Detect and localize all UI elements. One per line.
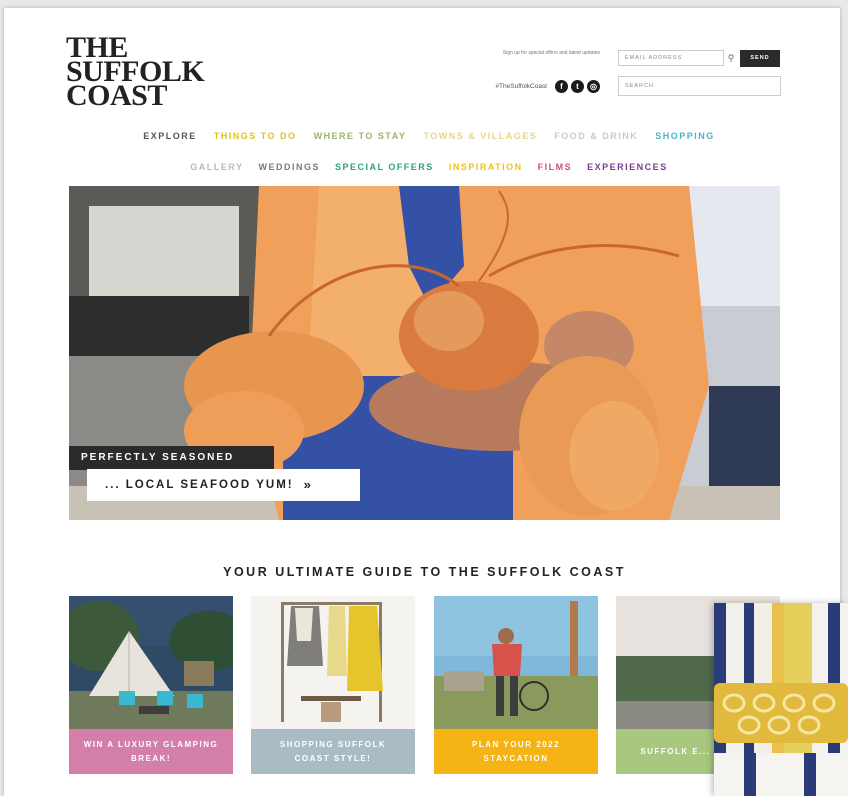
main-nav-row-1: EXPLORE THINGS TO DO WHERE TO STAY TOWNS… xyxy=(62,131,796,147)
double-chevron-right-icon: » xyxy=(303,477,313,492)
glamping-photo xyxy=(69,596,233,731)
deckchair-cushion-image xyxy=(714,603,848,796)
nav-item-explore[interactable]: EXPLORE xyxy=(143,131,197,147)
newsletter-promo-text: Sign up for special offers and latest up… xyxy=(502,50,600,56)
instagram-icon[interactable]: ◎ xyxy=(587,79,600,93)
email-field[interactable]: EMAIL ADDRESS xyxy=(618,50,724,66)
nav-item-shopping[interactable]: SHOPPING xyxy=(655,131,715,147)
card-caption: WIN A LUXURY GLAMPING BREAK! xyxy=(69,729,233,774)
send-button[interactable]: SEND xyxy=(740,50,780,67)
cyclist-photo xyxy=(434,596,598,731)
hashtag-text: #TheSuffolkCoast xyxy=(495,82,547,90)
facebook-icon[interactable]: f xyxy=(555,79,568,93)
nav-item-experiences[interactable]: EXPERIENCES xyxy=(587,162,668,178)
nav-item-things-to-do[interactable]: THINGS TO DO xyxy=(214,131,297,147)
nav-item-towns-villages[interactable]: TOWNS & VILLAGES xyxy=(423,131,537,147)
nav-item-where-to-stay[interactable]: WHERE TO STAY xyxy=(314,131,407,147)
guide-card-staycation[interactable]: PLAN YOUR 2022 STAYCATION xyxy=(434,596,598,774)
search-icon[interactable]: ⚲ xyxy=(726,53,736,63)
search-input[interactable]: SEARCH xyxy=(618,76,781,96)
guide-card-shopping[interactable]: SHOPPING SUFFOLK COAST STYLE! xyxy=(251,596,415,774)
deckchair-overlay-photo xyxy=(714,603,848,796)
social-bar: #TheSuffolkCoast f t ◎ xyxy=(448,79,600,93)
nav-item-gallery[interactable]: GALLERY xyxy=(190,162,243,178)
card-caption: PLAN YOUR 2022 STAYCATION xyxy=(434,729,598,774)
clothes-rail-photo xyxy=(251,596,415,731)
section-heading: YOUR ULTIMATE GUIDE TO THE SUFFOLK COAST xyxy=(223,565,626,579)
nav-item-food-drink[interactable]: FOOD & DRINK xyxy=(554,131,638,147)
logo-line-coast: COAST xyxy=(66,79,167,112)
site-logo[interactable]: THE SUFFOLK COAST xyxy=(66,33,236,112)
nav-item-weddings[interactable]: WEDDINGS xyxy=(258,162,320,178)
nav-item-films[interactable]: FILMS xyxy=(538,162,573,178)
card-caption: SHOPPING SUFFOLK COAST STYLE! xyxy=(251,729,415,774)
hero-tagline-1: PERFECTLY SEASONED xyxy=(69,446,274,470)
main-nav-row-2: GALLERY WEDDINGS SPECIAL OFFERS INSPIRAT… xyxy=(62,162,796,178)
guide-card-glamping[interactable]: WIN A LUXURY GLAMPING BREAK! xyxy=(69,596,233,774)
nav-item-special-offers[interactable]: SPECIAL OFFERS xyxy=(335,162,434,178)
hero-cta-label: ... LOCAL SEAFOOD YUM! xyxy=(105,479,294,491)
hero-cta-button[interactable]: ... LOCAL SEAFOOD YUM! » xyxy=(87,469,360,501)
nav-item-inspiration[interactable]: INSPIRATION xyxy=(449,162,523,178)
twitter-icon[interactable]: t xyxy=(571,79,584,93)
